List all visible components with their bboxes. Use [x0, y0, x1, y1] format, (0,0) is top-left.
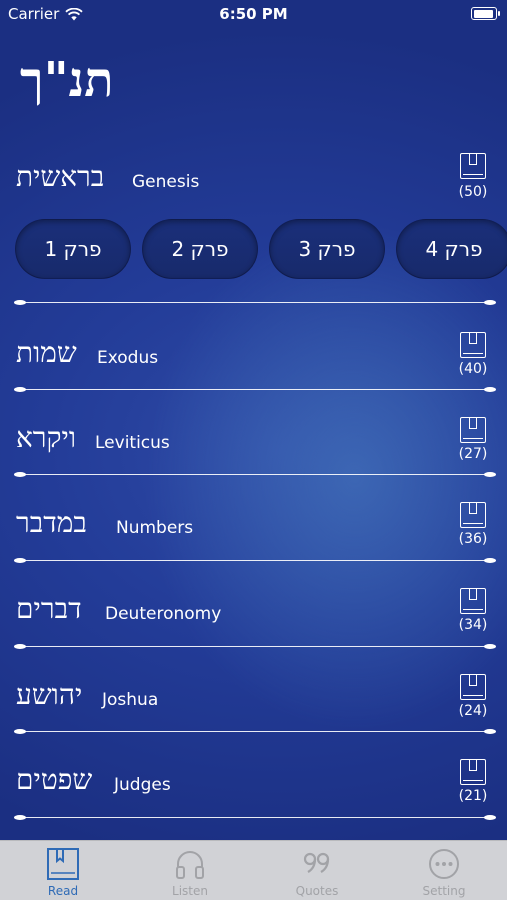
- tab-bar: Read Listen Quotes Setting: [0, 840, 507, 900]
- book-english-title: Leviticus: [95, 433, 170, 453]
- book-hebrew-title: שמות: [16, 336, 77, 369]
- book-row-exodus[interactable]: שמות Exodus (40): [0, 330, 507, 386]
- chapter-button-3[interactable]: פרק 3: [269, 219, 385, 279]
- divider: [14, 729, 496, 735]
- tab-label: Setting: [422, 884, 466, 898]
- book-icon[interactable]: [460, 417, 486, 443]
- book-hebrew-title: שפטים: [16, 763, 93, 796]
- divider: [14, 644, 496, 650]
- book-english-title: Numbers: [116, 518, 194, 538]
- battery-icon: [471, 7, 500, 20]
- chapter-button-2[interactable]: פרק 2: [142, 219, 258, 279]
- book-english-title: Judges: [114, 775, 171, 795]
- page-title: תנ"ך: [20, 52, 114, 108]
- tab-read[interactable]: Read: [0, 841, 126, 900]
- chapter-count: (34): [458, 617, 488, 633]
- divider: [14, 300, 496, 306]
- book-row-numbers[interactable]: במדבר Numbers (36): [0, 500, 507, 556]
- divider: [14, 472, 496, 478]
- tab-label: Quotes: [295, 884, 339, 898]
- chapter-carousel[interactable]: פרק 1 פרק 2 פרק 3 פרק 4: [0, 219, 507, 281]
- more-icon: [429, 849, 459, 879]
- book-hebrew-title: במדבר: [16, 506, 87, 539]
- book-hebrew-title: דברים: [16, 592, 82, 625]
- book-icon[interactable]: [460, 674, 486, 700]
- headphones-icon: [176, 851, 204, 879]
- book-icon[interactable]: [460, 153, 486, 179]
- book-row-genesis[interactable]: בראשית Genesis (50): [0, 150, 507, 210]
- book-icon[interactable]: [460, 502, 486, 528]
- tab-label: Read: [47, 884, 79, 898]
- chapter-count: (36): [458, 531, 488, 547]
- divider: [14, 815, 496, 821]
- quote-icon: [303, 852, 330, 873]
- divider: [14, 558, 496, 564]
- book-icon[interactable]: [460, 588, 486, 614]
- book-row-leviticus[interactable]: ויקרא Leviticus (27): [0, 415, 507, 471]
- tab-quotes[interactable]: Quotes: [254, 841, 380, 900]
- book-hebrew-title: יהושע: [16, 678, 83, 711]
- book-hebrew-title: ויקרא: [16, 421, 77, 454]
- chapter-count: (50): [458, 184, 488, 200]
- book-icon: [47, 848, 79, 880]
- book-hebrew-title: בראשית: [16, 160, 105, 193]
- book-row-deuteronomy[interactable]: דברים Deuteronomy (34): [0, 586, 507, 642]
- status-time: 6:50 PM: [219, 5, 288, 23]
- book-english-title: Deuteronomy: [105, 604, 222, 624]
- tab-setting[interactable]: Setting: [381, 841, 507, 900]
- chapter-count: (40): [458, 361, 488, 377]
- tab-label: Listen: [172, 884, 208, 898]
- book-row-judges[interactable]: שפטים Judges (21): [0, 757, 507, 813]
- chapter-count: (21): [458, 788, 488, 804]
- book-icon[interactable]: [460, 332, 486, 358]
- chapter-button-1[interactable]: פרק 1: [15, 219, 131, 279]
- status-bar: Carrier 6:50 PM: [0, 0, 507, 28]
- book-english-title: Genesis: [132, 172, 200, 192]
- chapter-count: (27): [458, 446, 488, 462]
- divider: [14, 387, 496, 393]
- chapter-button-4[interactable]: פרק 4: [396, 219, 507, 279]
- book-english-title: Joshua: [102, 690, 159, 710]
- book-english-title: Exodus: [97, 348, 159, 368]
- tab-listen[interactable]: Listen: [127, 841, 253, 900]
- book-row-joshua[interactable]: יהושע Joshua (24): [0, 672, 507, 728]
- chapter-count: (24): [458, 703, 488, 719]
- book-icon[interactable]: [460, 759, 486, 785]
